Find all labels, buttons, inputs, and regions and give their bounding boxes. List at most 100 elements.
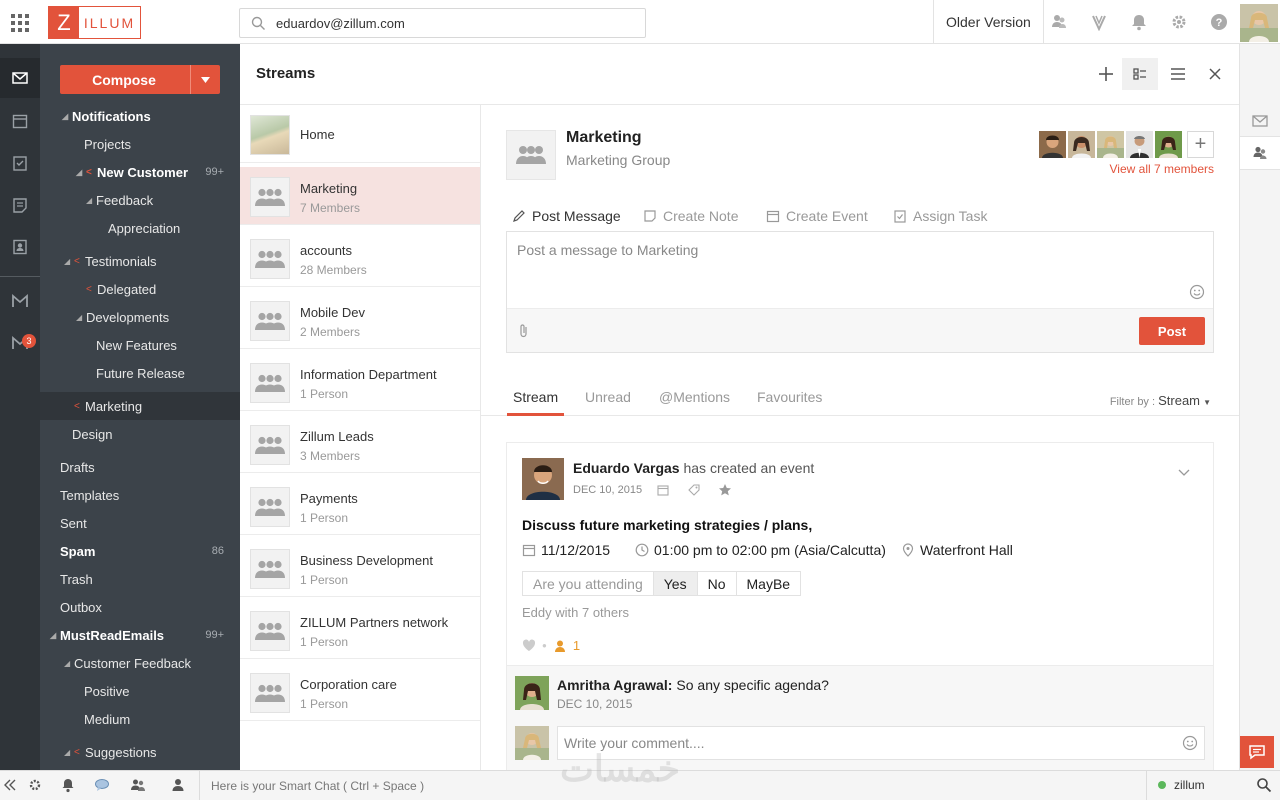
help-icon[interactable]: ? bbox=[1210, 13, 1228, 31]
expand-toggle-icon[interactable]: ◢ bbox=[64, 659, 74, 668]
apps-grid-icon[interactable] bbox=[11, 14, 29, 32]
folder-item[interactable]: Projects bbox=[40, 130, 240, 158]
attendees-text[interactable]: Eddy with 7 others bbox=[522, 605, 629, 620]
group-item[interactable]: Zillum Leads 3 Members bbox=[240, 415, 480, 473]
author-avatar[interactable] bbox=[522, 458, 564, 500]
folder-item[interactable]: ◢ Feedback bbox=[40, 186, 240, 214]
folder-item[interactable]: Sent bbox=[40, 509, 240, 537]
folder-item[interactable]: Design bbox=[40, 420, 240, 448]
folder-item[interactable]: ◢ Notifications bbox=[40, 102, 240, 130]
folder-item[interactable]: Templates bbox=[40, 481, 240, 509]
chat-settings-icon[interactable] bbox=[27, 777, 43, 793]
group-item[interactable]: Mobile Dev 2 Members bbox=[240, 291, 480, 349]
group-item[interactable]: Corporation care 1 Person bbox=[240, 663, 480, 721]
folder-item[interactable]: Trash bbox=[40, 565, 240, 593]
star-icon[interactable] bbox=[718, 483, 732, 497]
heart-icon[interactable] bbox=[522, 639, 536, 652]
folder-item[interactable]: ◢ < Testimonials bbox=[40, 247, 240, 275]
folder-item[interactable]: ◢ MustReadEmails 99+ bbox=[40, 621, 240, 649]
chat-button[interactable] bbox=[1240, 736, 1274, 768]
folder-item[interactable]: ◢ < New Customer 99+ bbox=[40, 158, 240, 186]
author-name[interactable]: Eduardo Vargas bbox=[573, 460, 680, 476]
mail-icon[interactable] bbox=[1252, 114, 1268, 128]
group-item[interactable]: Payments 1 Person bbox=[240, 477, 480, 535]
folder-item[interactable]: Positive bbox=[40, 677, 240, 705]
bell-icon[interactable] bbox=[60, 777, 76, 793]
mail-icon[interactable] bbox=[11, 69, 29, 87]
expand-toggle-icon[interactable]: ◢ bbox=[76, 313, 86, 322]
compose-dropdown-icon[interactable] bbox=[190, 65, 220, 94]
folder-item[interactable]: ◢ < Suggestions bbox=[40, 738, 240, 766]
rsvp-yes-button[interactable]: Yes bbox=[653, 572, 698, 595]
member-avatar[interactable] bbox=[1039, 131, 1066, 158]
tab-unread[interactable]: Unread bbox=[579, 389, 637, 416]
tag-icon[interactable] bbox=[687, 483, 701, 497]
folder-item[interactable]: ◢ Developments bbox=[40, 303, 240, 331]
search-box[interactable] bbox=[239, 8, 646, 38]
rsvp-no-button[interactable]: No bbox=[698, 572, 737, 595]
filter-dropdown[interactable]: Filter by : Stream ▼ bbox=[1110, 393, 1211, 408]
streams-icon[interactable] bbox=[1252, 145, 1268, 161]
notes-icon[interactable] bbox=[11, 196, 29, 214]
folder-item[interactable]: Medium bbox=[40, 705, 240, 733]
assign-task-tab[interactable]: Assign Task bbox=[893, 207, 987, 225]
logo[interactable]: Z ILLUM bbox=[48, 6, 141, 39]
add-member-button[interactable]: + bbox=[1187, 131, 1214, 158]
group-item[interactable]: accounts 28 Members bbox=[240, 229, 480, 287]
contacts-icon[interactable] bbox=[170, 777, 186, 793]
calendar-icon[interactable] bbox=[11, 112, 29, 130]
tab-mentions[interactable]: @Mentions bbox=[653, 389, 736, 416]
post-button[interactable]: Post bbox=[1139, 317, 1205, 345]
folder-item[interactable]: Future Release bbox=[40, 359, 240, 387]
tasks-icon[interactable] bbox=[11, 154, 29, 172]
groups-icon[interactable] bbox=[130, 777, 146, 793]
add-icon[interactable] bbox=[1096, 64, 1116, 84]
post-message-tab[interactable]: Post Message bbox=[512, 207, 621, 225]
comment-author[interactable]: Amritha Agrawal: bbox=[557, 677, 672, 693]
conversations-icon[interactable] bbox=[94, 777, 110, 793]
folder-item[interactable]: Outbox bbox=[40, 593, 240, 621]
emoji-icon[interactable] bbox=[1189, 284, 1205, 300]
list-view-icon[interactable] bbox=[1168, 64, 1188, 84]
bell-icon[interactable] bbox=[1130, 13, 1148, 31]
card-view-icon[interactable] bbox=[1130, 64, 1150, 84]
expand-toggle-icon[interactable]: ◢ bbox=[62, 112, 72, 121]
rsvp-maybe-button[interactable]: MayBe bbox=[737, 572, 801, 595]
chevron-down-icon[interactable] bbox=[1177, 465, 1191, 479]
member-avatar[interactable] bbox=[1155, 131, 1182, 158]
expand-toggle-icon[interactable]: ◢ bbox=[86, 196, 96, 205]
folder-item[interactable]: < Marketing bbox=[40, 392, 240, 420]
expand-toggle-icon[interactable]: ◢ bbox=[64, 748, 74, 757]
view-all-members-link[interactable]: View all 7 members bbox=[1110, 162, 1214, 176]
group-item[interactable]: Business Development 1 Person bbox=[240, 539, 480, 597]
collapse-icon[interactable] bbox=[2, 777, 18, 793]
message-input[interactable] bbox=[507, 232, 1213, 308]
attendee-count[interactable]: 1 bbox=[573, 638, 580, 653]
tab-favourites[interactable]: Favourites bbox=[751, 389, 828, 416]
close-icon[interactable] bbox=[1205, 64, 1225, 84]
folder-item[interactable]: Drafts bbox=[40, 453, 240, 481]
member-avatar[interactable] bbox=[1068, 131, 1095, 158]
contacts-icon[interactable] bbox=[11, 238, 29, 256]
streams-icon[interactable] bbox=[1050, 13, 1068, 31]
gmail-icon[interactable] bbox=[11, 292, 29, 310]
vault-icon[interactable] bbox=[1090, 13, 1108, 31]
folder-item[interactable]: Appreciation bbox=[40, 214, 240, 242]
search-input[interactable] bbox=[276, 14, 636, 32]
folder-item[interactable]: New Features bbox=[40, 331, 240, 359]
gear-icon[interactable] bbox=[1170, 13, 1188, 31]
create-event-tab[interactable]: Create Event bbox=[766, 207, 868, 225]
folder-item[interactable]: ◢ Customer Feedback bbox=[40, 649, 240, 677]
group-item[interactable]: ZILLUM Partners network 1 Person bbox=[240, 601, 480, 659]
group-item[interactable]: Home bbox=[240, 105, 480, 163]
folder-item[interactable]: Spam 86 bbox=[40, 537, 240, 565]
expand-toggle-icon[interactable]: ◢ bbox=[50, 631, 60, 640]
chat-status[interactable]: zillum bbox=[1158, 778, 1205, 792]
folder-item[interactable]: < Delegated bbox=[40, 275, 240, 303]
member-avatar[interactable] bbox=[1097, 131, 1124, 158]
attachment-icon[interactable] bbox=[517, 323, 531, 339]
tab-stream[interactable]: Stream bbox=[507, 389, 565, 416]
commenter-avatar[interactable] bbox=[515, 676, 549, 710]
search-icon[interactable] bbox=[1256, 777, 1272, 793]
emoji-icon[interactable] bbox=[1182, 735, 1198, 751]
